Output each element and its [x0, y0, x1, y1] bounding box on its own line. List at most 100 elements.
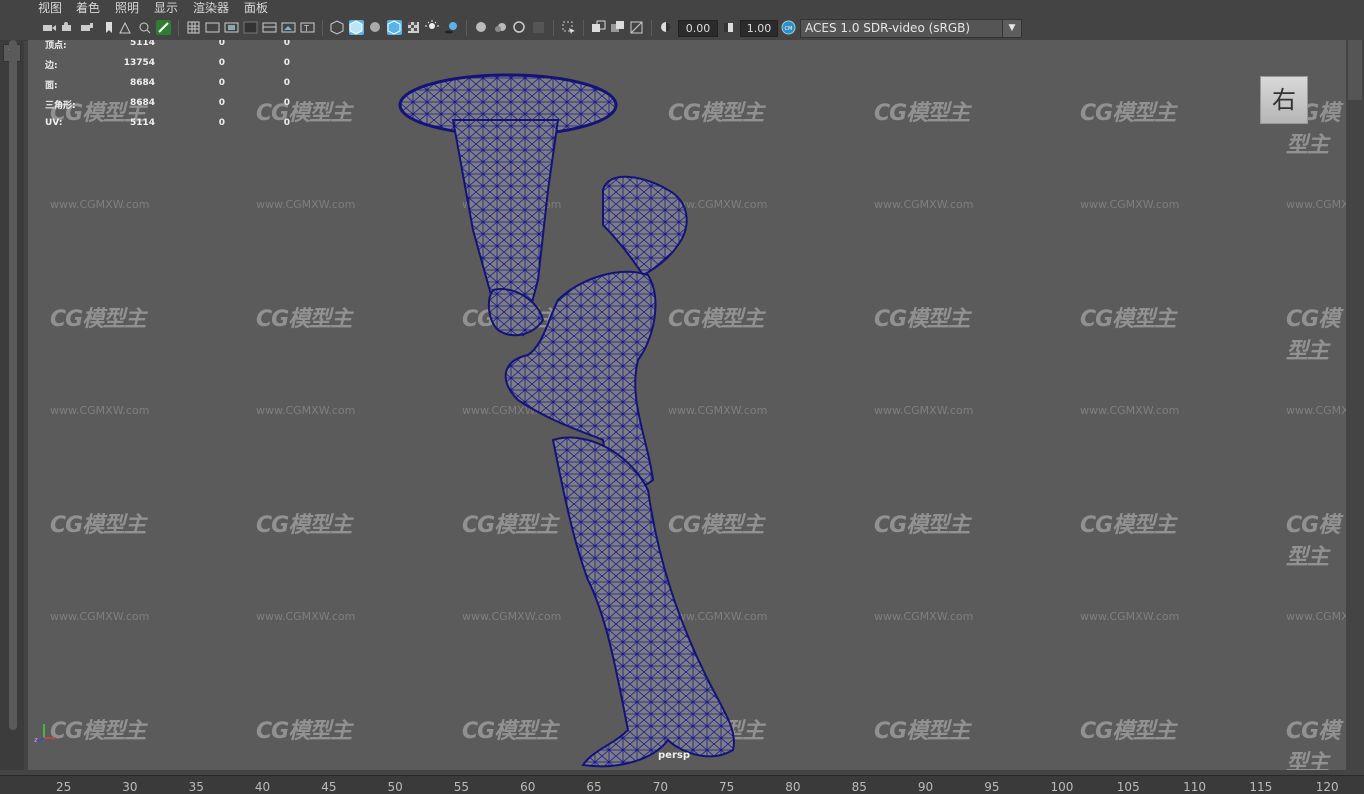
resolution-gate-icon[interactable] — [224, 20, 239, 35]
svg-text:z: z — [34, 736, 38, 744]
hud-value: 0 — [218, 58, 225, 68]
hud-value: 0 — [218, 78, 225, 88]
ruler-tick-label: 45 — [321, 780, 337, 794]
menu-show[interactable]: 显示 — [154, 0, 178, 17]
watermark-logo: CG模型主 — [874, 101, 970, 126]
watermark-url: www.CGMXW.com — [1080, 198, 1180, 211]
ruler-tick-label: 90 — [917, 780, 934, 794]
depth-of-field-icon[interactable] — [531, 20, 546, 35]
smooth-shade-icon[interactable] — [349, 20, 364, 35]
screen-space-ao-icon[interactable] — [474, 20, 489, 35]
menu-shading[interactable]: 着色 — [76, 0, 100, 17]
ruler-tick-label: 80 — [785, 780, 801, 794]
ruler-tick-label: 30 — [122, 780, 138, 794]
image-plane-icon[interactable] — [118, 20, 133, 35]
menu-panels[interactable]: 面板 — [244, 0, 268, 17]
xray-joints-icon[interactable] — [591, 20, 606, 35]
view-transform-value: ACES 1.0 SDR-video (sRGB) — [805, 21, 971, 35]
motion-blur-icon[interactable] — [493, 20, 508, 35]
gamma-field[interactable]: 1.00 — [740, 20, 778, 37]
hud-label: UV: — [45, 118, 63, 128]
watermark-logo: CG模型主 — [1080, 307, 1176, 332]
hud-label: 面: — [45, 81, 58, 91]
gamma-icon[interactable] — [721, 20, 736, 35]
safe-title-icon[interactable]: T — [300, 20, 315, 35]
ruler-tick-label: 115 — [1249, 780, 1273, 794]
figure-dress — [551, 436, 735, 768]
select-camera-icon[interactable] — [42, 20, 57, 35]
hud-value: 0 — [283, 40, 290, 48]
right-scrollbar[interactable] — [1348, 40, 1362, 100]
menu-view[interactable]: 视图 — [38, 0, 62, 17]
camera-attributes-icon[interactable] — [61, 20, 76, 35]
default-material-icon[interactable] — [368, 20, 383, 35]
lights-icon[interactable] — [425, 20, 440, 35]
ruler-tick-label: 40 — [254, 780, 271, 794]
color-management-icon[interactable]: CM — [781, 20, 796, 35]
menu-renderer[interactable]: 渲染器 — [193, 0, 229, 17]
hud-row: 面: 8684 0 0 — [45, 78, 345, 91]
watermark-logo: CG模型主 — [256, 307, 352, 332]
figure-head — [602, 175, 688, 277]
field-chart-icon[interactable] — [262, 20, 277, 35]
time-slider-ruler[interactable]: 25 30 35 40 45 50 55 60 65 70 75 80 85 90 95 100 105 110 1… — [0, 775, 1364, 794]
persp-viewport[interactable]: CG模型主 CG模型主 CG模型主 CG模型主 CG模型主 CG模型主 CG模型主 CG模型主… — [28, 40, 1346, 770]
watermark-logo: CG模型主 — [1286, 719, 1340, 770]
watermark-logo: CG模型主 — [50, 307, 146, 332]
watermark-url: www.CGMXW.com — [50, 404, 150, 417]
watermark-logo: CG模型主 — [1286, 307, 1340, 364]
2d-pan-zoom-icon[interactable] — [137, 20, 152, 35]
shadows-icon[interactable] — [444, 20, 459, 35]
toolbar-separator — [178, 20, 179, 36]
ruler-tick-label: 100 — [1050, 780, 1074, 794]
watermark-url: www.CGMXW.com — [50, 198, 150, 211]
wireframe-on-shaded-icon[interactable] — [387, 20, 402, 35]
watermark-url: www.CGMXW.com — [1286, 198, 1346, 211]
watermark-url: www.CGMXW.com — [1080, 610, 1180, 623]
hud-label: 三角形: — [45, 101, 76, 111]
ruler-tick-label: 85 — [851, 780, 867, 794]
watermark-url: www.CGMXW.com — [874, 198, 974, 211]
xray-active-icon[interactable] — [610, 20, 625, 35]
grease-pencil-icon[interactable] — [156, 20, 171, 35]
bookmark-icon[interactable] — [101, 20, 116, 35]
panel-toolbar: T 0.00 1.00 CM ACES 1.0 SDR-video (sRGB)… — [0, 17, 1364, 41]
gate-mask-icon[interactable] — [243, 20, 258, 35]
watermark-logo: CG模型主 — [256, 719, 352, 744]
watermark-logo: CG模型主 — [1286, 513, 1340, 570]
statue-wireframe-model[interactable] — [378, 60, 758, 770]
ruler-tick-label: 25 — [56, 780, 72, 794]
isolate-select-icon[interactable] — [561, 20, 576, 35]
watermark-url: www.CGMXW.com — [50, 610, 150, 623]
anti-aliasing-icon[interactable] — [512, 20, 527, 35]
menu-lighting[interactable]: 照明 — [115, 0, 139, 17]
hud-value: 0 — [218, 40, 225, 48]
hud-row: 三角形: 8684 0 0 — [45, 98, 345, 111]
viewcube[interactable]: 右 — [1260, 76, 1308, 124]
backface-culling-icon[interactable] — [629, 20, 644, 35]
wireframe-shading-icon[interactable] — [330, 20, 345, 35]
hud-label: 边: — [45, 61, 58, 71]
svg-text:T: T — [303, 24, 309, 33]
watermark-logo: CG模型主 — [874, 719, 970, 744]
watermark-logo: CG模型主 — [874, 307, 970, 332]
ruler-tick-label: 105 — [1116, 780, 1140, 794]
hud-value: 5114 — [129, 40, 155, 48]
grid-icon[interactable] — [186, 20, 201, 35]
watermark-url: www.CGMXW.com — [1286, 610, 1346, 623]
film-gate-icon[interactable] — [205, 20, 220, 35]
chevron-down-icon: ▼ — [1002, 20, 1021, 37]
axis-gizmo: z — [34, 724, 56, 744]
hud-row: 边: 13754 0 0 — [45, 58, 345, 71]
left-scrollbar[interactable] — [9, 40, 17, 730]
panel-menu-bar: 视图 着色 照明 显示 渲染器 面板 — [0, 0, 1364, 17]
exposure-icon[interactable] — [659, 20, 674, 35]
camera-name-label: persp — [658, 750, 690, 761]
view-transform-select[interactable]: ACES 1.0 SDR-video (sRGB) ▼ — [800, 19, 1022, 38]
exposure-field[interactable]: 0.00 — [678, 20, 718, 37]
xray-icon[interactable] — [406, 20, 421, 35]
watermark-logo: CG模型主 — [1080, 513, 1176, 538]
hud-value: 0 — [283, 118, 290, 128]
safe-action-icon[interactable] — [281, 20, 296, 35]
bookmark-camera-icon[interactable] — [80, 20, 95, 35]
